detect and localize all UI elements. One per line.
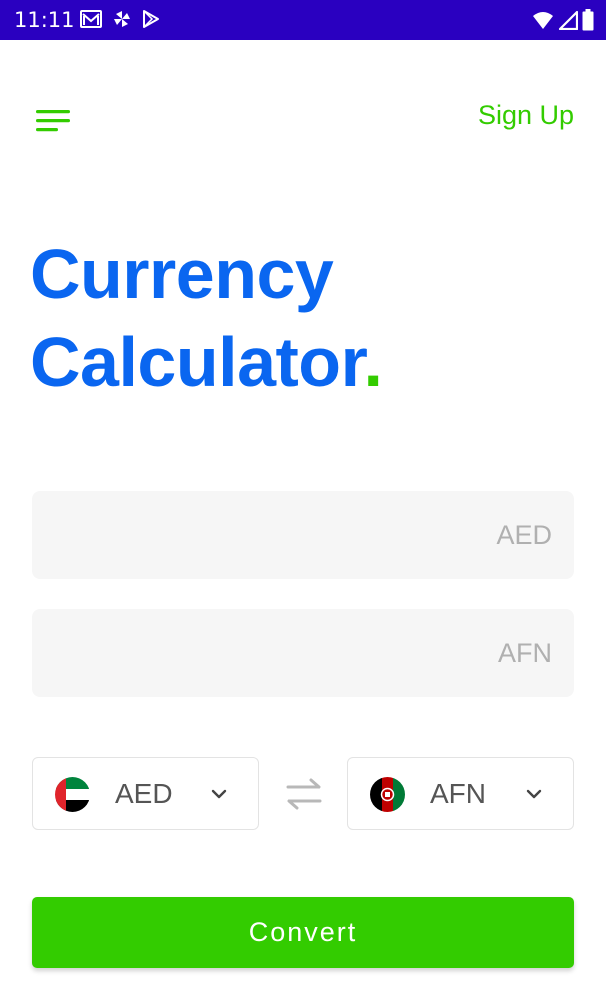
uae-flag-icon <box>55 777 90 812</box>
status-notification-icons <box>80 9 160 29</box>
title-line-2: Calculator <box>30 323 364 401</box>
amount-to-field <box>32 609 574 697</box>
title-line-1: Currency <box>30 235 334 313</box>
swap-arrows-icon[interactable] <box>284 777 324 811</box>
amount-from-input[interactable] <box>32 491 574 579</box>
status-system-icons <box>532 9 594 31</box>
afghanistan-flag-icon <box>370 777 405 812</box>
to-currency-code: AFN <box>430 778 486 809</box>
sign-up-link[interactable]: Sign Up <box>478 100 574 131</box>
app-screen: 11:11 Sign Up Currency Calculator. AED A… <box>0 0 606 1004</box>
from-currency-dropdown[interactable]: AED <box>32 757 259 830</box>
chevron-down-icon <box>211 789 227 799</box>
from-currency-code: AED <box>115 778 173 809</box>
title-accent-dot: . <box>363 323 383 401</box>
wifi-icon <box>532 10 554 30</box>
page-title: Currency Calculator. <box>30 230 383 406</box>
chevron-down-icon <box>526 789 542 799</box>
signal-icon <box>558 10 578 30</box>
status-bar: 11:11 <box>0 0 606 40</box>
to-currency-dropdown[interactable]: AFN <box>347 757 574 830</box>
convert-button[interactable]: Convert <box>32 897 574 968</box>
gmail-icon <box>80 10 102 28</box>
battery-icon <box>582 9 594 31</box>
amount-from-field <box>32 491 574 579</box>
status-time: 11:11 <box>14 8 75 32</box>
play-store-icon <box>142 9 160 29</box>
amount-to-input[interactable] <box>32 609 574 697</box>
hamburger-menu-icon[interactable] <box>36 108 72 134</box>
pinwheel-icon <box>112 9 132 29</box>
